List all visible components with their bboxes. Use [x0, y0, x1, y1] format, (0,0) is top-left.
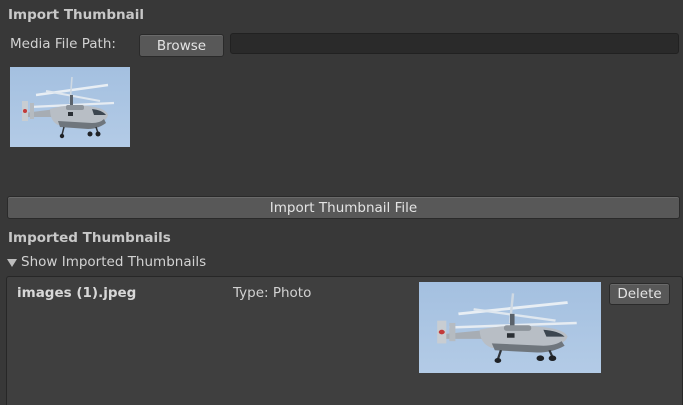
show-imported-thumbnails-foldout[interactable]: Show Imported Thumbnails [7, 254, 206, 270]
foldout-expanded-arrow-icon[interactable] [7, 258, 17, 267]
import-thumbnail-heading: Import Thumbnail [8, 7, 144, 23]
thumbnail-item-image [419, 282, 601, 373]
thumbnail-item-type: Type: Photo [233, 285, 312, 301]
browse-button[interactable]: Browse [139, 34, 224, 57]
delete-thumbnail-button[interactable]: Delete [609, 283, 670, 305]
media-file-path-field[interactable] [230, 33, 679, 54]
helicopter-photo-icon [10, 67, 130, 147]
foldout-label: Show Imported Thumbnails [21, 254, 207, 270]
thumbnail-importer-panel: Import Thumbnail Media File Path: Browse… [0, 0, 683, 405]
helicopter-photo-icon [419, 282, 601, 373]
thumbnail-item-name: images (1).jpeg [17, 285, 137, 301]
media-file-path-label: Media File Path: [10, 36, 116, 52]
imported-thumbnails-heading: Imported Thumbnails [8, 230, 171, 246]
import-thumbnail-file-button[interactable]: Import Thumbnail File [7, 196, 680, 219]
selected-thumbnail-preview [10, 67, 130, 147]
